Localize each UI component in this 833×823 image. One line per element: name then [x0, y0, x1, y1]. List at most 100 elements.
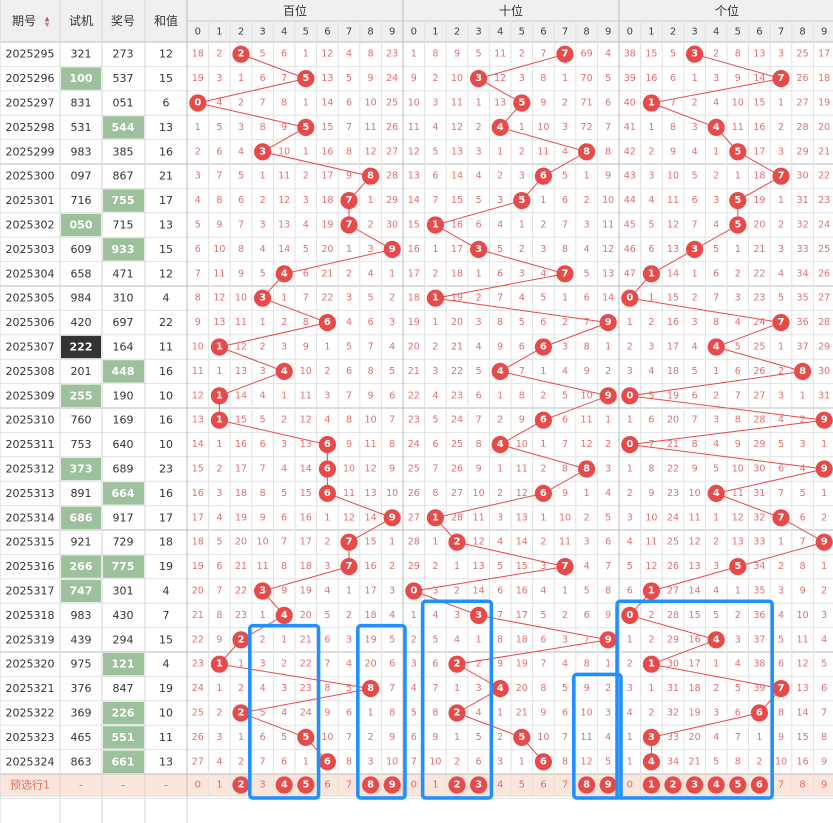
pre-selected-digit[interactable]: 2 [670, 780, 677, 791]
pre-selected-digit[interactable]: 5 [734, 780, 741, 791]
miss-count: 5 [605, 73, 611, 84]
miss-count: 5 [713, 464, 719, 475]
miss-count: 2 [260, 195, 266, 206]
miss-count: 7 [476, 415, 482, 426]
miss-count: 25 [818, 244, 830, 255]
miss-count: 2 [497, 415, 503, 426]
miss-count: 4 [562, 659, 568, 670]
pre-row-dash: - [121, 779, 125, 792]
miss-count: 1 [519, 220, 525, 231]
miss-count: 35 [753, 586, 765, 597]
miss-count: 14 [235, 390, 247, 401]
pre-selected-digit[interactable]: 2 [238, 780, 245, 791]
pre-select-digit[interactable]: 6 [540, 780, 546, 791]
miss-count: 24 [667, 512, 679, 523]
miss-count: 2 [497, 488, 503, 499]
pre-select-digit[interactable]: 9 [821, 780, 827, 791]
pre-select-digit[interactable]: 0 [411, 780, 417, 791]
miss-count: 31 [667, 683, 679, 694]
miss-count: 3 [713, 708, 719, 719]
pre-selected-digit[interactable]: 4 [713, 780, 720, 791]
test-number-cell: 891 [71, 487, 92, 500]
pre-selected-digit[interactable]: 8 [367, 780, 374, 791]
pre-selected-digit[interactable]: 9 [605, 780, 612, 791]
miss-count: 23 [408, 415, 420, 426]
miss-count: 2 [216, 708, 222, 719]
hit-number: 7 [562, 561, 569, 572]
miss-count: 23 [451, 390, 463, 401]
miss-count: 2 [778, 122, 784, 133]
miss-count: 9 [324, 708, 330, 719]
miss-count: 3 [713, 195, 719, 206]
miss-count: 6 [778, 464, 784, 475]
pre-select-digit[interactable]: 6 [324, 780, 330, 791]
test-number-cell: 531 [71, 121, 92, 134]
pre-select-digit[interactable]: 5 [519, 780, 525, 791]
miss-count: 7 [260, 756, 266, 767]
miss-count: 3 [692, 122, 698, 133]
issue-cell: 2025305 [6, 292, 55, 305]
miss-count: 20 [321, 244, 333, 255]
pre-selected-digit[interactable]: 1 [648, 780, 655, 791]
sum-cell: 16 [159, 145, 173, 158]
miss-count: 4 [605, 488, 611, 499]
pre-selected-digit[interactable]: 9 [389, 780, 396, 791]
pre-select-digit[interactable]: 3 [259, 780, 265, 791]
miss-count: 10 [278, 146, 290, 157]
sort-down-icon[interactable]: ▼ [45, 22, 50, 29]
pre-select-digit[interactable]: 4 [497, 780, 503, 791]
hit-number: 5 [734, 146, 741, 157]
miss-count: 9 [476, 464, 482, 475]
miss-count: 7 [562, 220, 568, 231]
miss-count: 7 [346, 732, 352, 743]
miss-count: 36 [753, 610, 765, 621]
miss-count: 13 [667, 244, 679, 255]
miss-count: 16 [516, 586, 528, 597]
miss-count: 3 [800, 439, 806, 450]
pre-selected-digit[interactable]: 8 [583, 780, 590, 791]
pre-select-digit[interactable]: 8 [799, 780, 805, 791]
miss-count: 38 [624, 49, 636, 60]
pre-selected-digit[interactable]: 6 [756, 780, 763, 791]
miss-count: 7 [670, 98, 676, 109]
pre-selected-digit[interactable]: 4 [281, 780, 288, 791]
pre-select-digit[interactable]: 0 [627, 780, 633, 791]
miss-count: 7 [584, 634, 590, 645]
sum-cell: 16 [159, 365, 173, 378]
hit-number: 4 [281, 610, 288, 621]
miss-count: 4 [260, 390, 266, 401]
miss-count: 1 [519, 122, 525, 133]
pre-select-digit[interactable]: 1 [216, 780, 222, 791]
hit-number: 4 [648, 756, 655, 767]
hit-number: 0 [626, 439, 633, 450]
pre-select-digit[interactable]: 7 [346, 780, 352, 791]
issue-cell: 2025302 [6, 219, 55, 232]
miss-count: 8 [584, 342, 590, 353]
pre-selected-digit[interactable]: 3 [691, 780, 698, 791]
miss-count: 8 [432, 49, 438, 60]
miss-count: 35 [797, 293, 809, 304]
miss-count: 1 [389, 268, 395, 279]
miss-count: 11 [581, 415, 593, 426]
hit-number: 1 [216, 659, 223, 670]
sum-cell: 10 [159, 707, 173, 720]
miss-count: 18 [516, 634, 528, 645]
miss-count: 32 [753, 512, 765, 523]
miss-count: 4 [540, 586, 546, 597]
miss-count: 11 [581, 732, 593, 743]
miss-count: 3 [346, 293, 352, 304]
digit-header: 1 [432, 27, 438, 38]
pre-select-digit[interactable]: 1 [432, 780, 438, 791]
miss-count: 19 [818, 98, 830, 109]
pre-select-digit[interactable]: 7 [778, 780, 784, 791]
miss-count: 12 [321, 49, 333, 60]
hit-number: 2 [454, 708, 461, 719]
pre-selected-digit[interactable]: 3 [475, 780, 482, 791]
miss-count: 17 [667, 342, 679, 353]
pre-selected-digit[interactable]: 2 [454, 780, 461, 791]
pre-select-digit[interactable]: 0 [195, 780, 201, 791]
miss-count: 5 [476, 49, 482, 60]
pre-selected-digit[interactable]: 5 [302, 780, 309, 791]
hit-number: 1 [648, 98, 655, 109]
pre-select-digit[interactable]: 7 [562, 780, 568, 791]
